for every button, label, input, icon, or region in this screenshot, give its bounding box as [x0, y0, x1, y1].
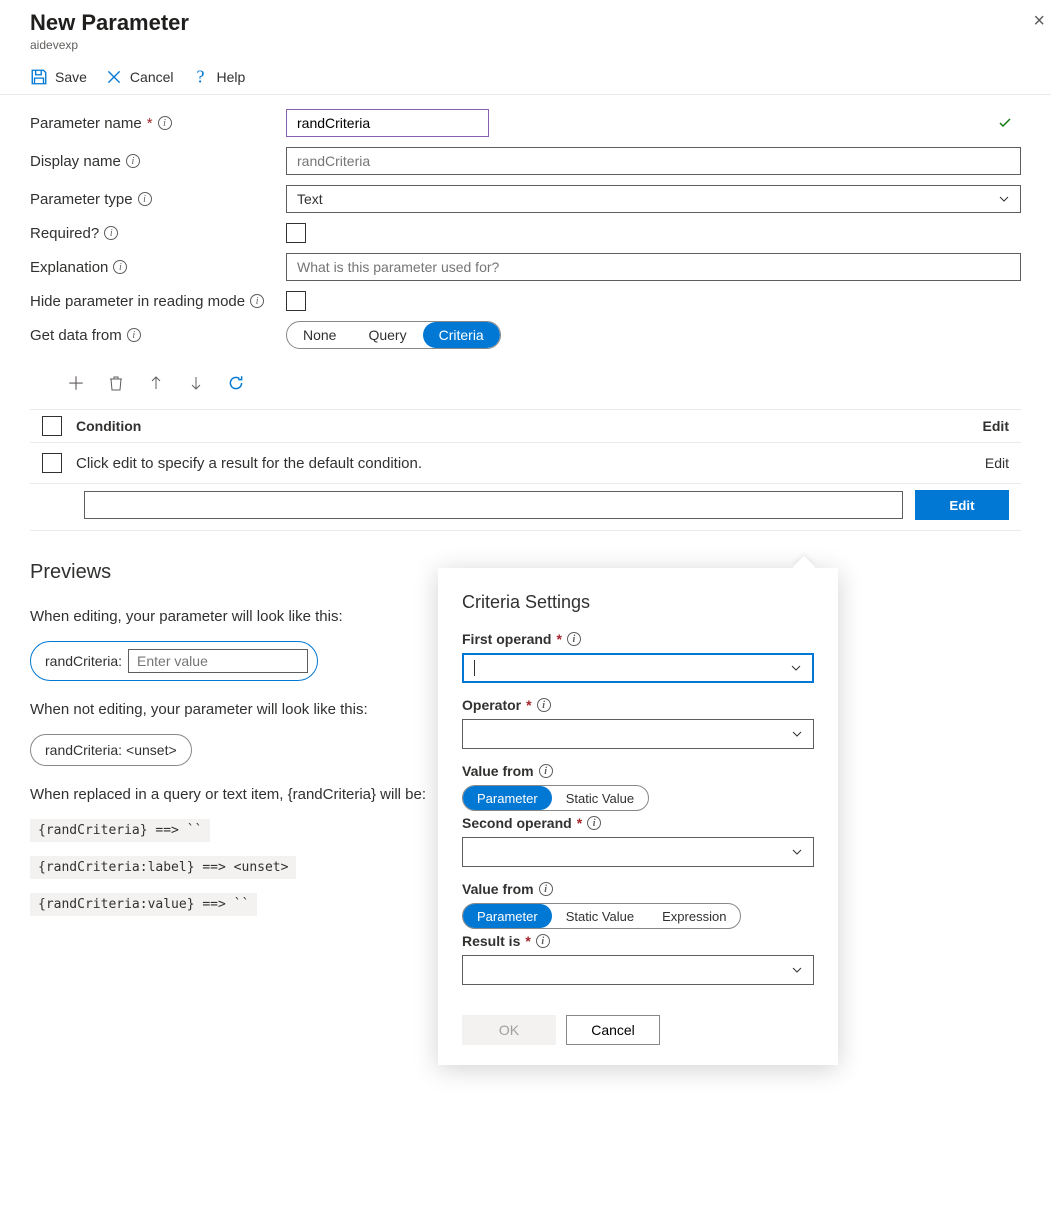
cancel-icon: [105, 68, 123, 86]
value-from2-expression[interactable]: Expression: [648, 904, 740, 928]
info-icon[interactable]: [113, 260, 127, 274]
explanation-input[interactable]: [286, 253, 1021, 281]
hide-reading-label: Hide parameter in reading mode: [30, 293, 286, 310]
data-source-criteria[interactable]: Criteria: [423, 322, 500, 348]
value-from-parameter[interactable]: Parameter: [463, 786, 552, 810]
info-icon[interactable]: [539, 764, 553, 778]
add-icon[interactable]: [66, 373, 86, 393]
parameter-type-label: Parameter type: [30, 191, 286, 208]
move-down-icon[interactable]: [186, 373, 206, 393]
result-is-label: Result is*: [462, 933, 814, 949]
help-label: Help: [217, 69, 246, 85]
info-icon[interactable]: [127, 328, 141, 342]
value-from-2-label: Value from: [462, 881, 814, 897]
info-icon[interactable]: [138, 192, 152, 206]
svg-text:?: ?: [196, 68, 204, 86]
chevron-down-icon: [998, 193, 1010, 205]
data-source-query[interactable]: Query: [352, 322, 422, 348]
edit-link[interactable]: Edit: [985, 455, 1009, 471]
ok-button: OK: [462, 1015, 556, 1045]
panel-title: New Parameter: [30, 10, 1021, 36]
preview-notediting-pill: randCriteria: <unset>: [30, 734, 192, 766]
required-label: Required?: [30, 225, 286, 242]
info-icon[interactable]: [536, 934, 550, 948]
popup-title: Criteria Settings: [462, 592, 814, 613]
condition-value-input[interactable]: [84, 491, 903, 519]
refresh-icon[interactable]: [226, 373, 246, 393]
default-condition-text: Click edit to specify a result for the d…: [76, 455, 422, 472]
row-checkbox[interactable]: [42, 453, 62, 473]
explanation-label: Explanation: [30, 259, 286, 276]
info-icon[interactable]: [158, 116, 172, 130]
close-panel-icon[interactable]: ×: [1033, 10, 1045, 33]
info-icon[interactable]: [567, 632, 581, 646]
operator-select[interactable]: [462, 719, 814, 749]
second-operand-select[interactable]: [462, 837, 814, 867]
value-from-static[interactable]: Static Value: [552, 786, 648, 810]
condition-column: Condition: [76, 418, 141, 434]
panel-subtitle: aidevexp: [30, 38, 1021, 52]
info-icon[interactable]: [539, 882, 553, 896]
select-all-checkbox[interactable]: [42, 416, 62, 436]
parameter-name-label: Parameter name*: [30, 115, 286, 132]
get-data-from-label: Get data from: [30, 327, 286, 344]
save-icon: [30, 68, 48, 86]
value-from2-static[interactable]: Static Value: [552, 904, 648, 928]
second-operand-label: Second operand*: [462, 815, 814, 831]
first-operand-select[interactable]: [462, 653, 814, 683]
get-data-from-group: None Query Criteria: [286, 321, 501, 349]
code-sample-2: {randCriteria:label} ==> <unset>: [30, 856, 296, 879]
chevron-down-icon: [791, 964, 803, 976]
info-icon[interactable]: [537, 698, 551, 712]
chevron-down-icon: [791, 846, 803, 858]
preview-input[interactable]: [128, 649, 308, 673]
preview-editing-pill: randCriteria:: [30, 641, 318, 681]
edit-column: Edit: [983, 418, 1009, 434]
required-checkbox[interactable]: [286, 223, 306, 243]
criteria-settings-popup: Criteria Settings First operand* Operato…: [438, 568, 838, 1065]
hide-reading-checkbox[interactable]: [286, 291, 306, 311]
first-operand-label: First operand*: [462, 631, 814, 647]
parameter-name-input[interactable]: [286, 109, 489, 137]
value-from-1-group: Parameter Static Value: [462, 785, 649, 811]
save-label: Save: [55, 69, 87, 85]
check-icon: [997, 115, 1013, 131]
info-icon[interactable]: [587, 816, 601, 830]
delete-icon[interactable]: [106, 373, 126, 393]
display-name-input[interactable]: [286, 147, 1021, 175]
info-icon[interactable]: [126, 154, 140, 168]
info-icon[interactable]: [104, 226, 118, 240]
chevron-down-icon: [791, 728, 803, 740]
chevron-down-icon: [790, 662, 802, 674]
help-icon: ?: [192, 68, 210, 86]
cancel-label: Cancel: [130, 69, 174, 85]
value-from-2-group: Parameter Static Value Expression: [462, 903, 741, 929]
popup-cancel-button[interactable]: Cancel: [566, 1015, 660, 1045]
value-from-1-label: Value from: [462, 763, 814, 779]
save-button[interactable]: Save: [30, 68, 87, 86]
help-button[interactable]: ? Help: [192, 68, 246, 86]
move-up-icon[interactable]: [146, 373, 166, 393]
parameter-type-select[interactable]: Text: [286, 185, 1021, 213]
value-from2-parameter[interactable]: Parameter: [463, 904, 552, 928]
code-sample-3: {randCriteria:value} ==> ``: [30, 893, 257, 916]
cancel-button[interactable]: Cancel: [105, 68, 174, 86]
display-name-label: Display name: [30, 153, 286, 170]
operator-label: Operator*: [462, 697, 814, 713]
result-is-select[interactable]: [462, 955, 814, 985]
data-source-none[interactable]: None: [287, 322, 352, 348]
info-icon[interactable]: [250, 294, 264, 308]
edit-button[interactable]: Edit: [915, 490, 1009, 520]
code-sample-1: {randCriteria} ==> ``: [30, 819, 210, 842]
